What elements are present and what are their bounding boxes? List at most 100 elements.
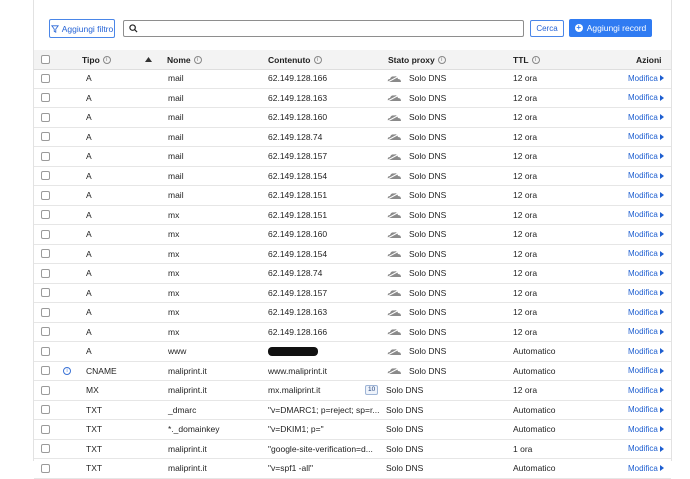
search-button[interactable]: Cerca (530, 20, 564, 37)
edit-link[interactable]: Modifica (628, 264, 664, 283)
record-ttl: Automatico (513, 365, 556, 376)
row-checkbox[interactable] (41, 420, 50, 439)
edit-link[interactable]: Modifica (628, 225, 664, 244)
edit-link[interactable]: Modifica (628, 284, 664, 303)
cloud-icon (386, 93, 402, 103)
record-content: 62.149.128.157 (268, 287, 328, 298)
proxy-status: Solo DNS (386, 284, 446, 303)
proxy-status: Solo DNS (386, 108, 446, 127)
row-checkbox[interactable] (41, 206, 50, 225)
row-checkbox[interactable] (41, 108, 50, 127)
edit-link[interactable]: Modifica (628, 303, 664, 322)
dns-records-panel: Aggiungi filtro Cerca + Aggiungi record … (33, 0, 672, 479)
row-checkbox[interactable] (41, 401, 50, 420)
column-name[interactable]: Nome i (167, 50, 202, 69)
edit-label: Modifica (628, 151, 658, 161)
row-checkbox[interactable] (41, 245, 50, 264)
proxy-status-label: Solo DNS (386, 404, 424, 415)
edit-link[interactable]: Modifica (628, 323, 664, 342)
proxy-status: Solo DNS (386, 89, 446, 108)
info-icon: i (102, 55, 111, 64)
add-record-button[interactable]: + Aggiungi record (569, 19, 652, 37)
record-content: mx.maliprint.it (268, 385, 321, 396)
record-name: mail (168, 190, 184, 201)
column-proxy[interactable]: Stato proxy i (388, 50, 446, 69)
column-ttl-label: TTL (513, 54, 529, 65)
row-checkbox[interactable] (41, 362, 50, 381)
row-checkbox[interactable] (41, 303, 50, 322)
cloud-icon (386, 74, 402, 83)
edit-label: Modifica (628, 366, 658, 376)
row-checkbox[interactable] (41, 69, 50, 88)
edit-link[interactable]: Modifica (628, 401, 664, 420)
cloud-icon (386, 132, 402, 142)
add-filter-button[interactable]: Aggiungi filtro (49, 19, 115, 38)
record-type: A (86, 346, 92, 357)
proxy-status: Solo DNS (386, 245, 446, 264)
edit-link[interactable]: Modifica (628, 381, 664, 400)
edit-label: Modifica (628, 210, 658, 220)
edit-link[interactable]: Modifica (628, 206, 664, 225)
table-row: Amail 62.149.128.163 Solo DNS 12 ora Modif… (34, 89, 671, 108)
edit-label: Modifica (628, 405, 658, 415)
record-content: 62.149.128.160 (268, 229, 328, 240)
column-ttl[interactable]: TTL i (513, 50, 540, 69)
search-input[interactable] (142, 22, 512, 35)
chevron-right-icon (659, 153, 664, 160)
record-content: "google-site-verification=d... (268, 443, 373, 454)
record-type: A (86, 268, 92, 279)
column-content[interactable]: Contenuto i (268, 50, 322, 69)
sort-ascending-icon[interactable] (145, 50, 152, 69)
table-row: Amx 62.149.128.154 Solo DNS 12 ora Modific… (34, 245, 671, 264)
chevron-right-icon (659, 211, 664, 218)
row-checkbox[interactable] (41, 440, 50, 459)
proxy-status: Solo DNS (386, 225, 446, 244)
edit-link[interactable]: Modifica (628, 147, 664, 166)
edit-link[interactable]: Modifica (628, 167, 664, 186)
proxy-status-label: Solo DNS (386, 463, 424, 474)
table-row: Amail 62.149.128.157 Solo DNS 12 ora Modif… (34, 147, 671, 167)
edit-link[interactable]: Modifica (628, 362, 664, 381)
cloud-icon (386, 171, 402, 181)
row-checkbox[interactable] (41, 225, 50, 244)
record-type: MX (86, 385, 99, 396)
row-checkbox[interactable] (41, 147, 50, 166)
chevron-right-icon (659, 348, 664, 355)
column-name-label: Nome (167, 54, 191, 65)
search-field[interactable] (123, 20, 524, 37)
row-checkbox[interactable] (41, 186, 50, 205)
row-info-icon[interactable]: i (63, 362, 71, 381)
row-checkbox[interactable] (41, 459, 50, 478)
edit-link[interactable]: Modifica (628, 108, 664, 127)
edit-link[interactable]: Modifica (628, 459, 664, 478)
proxy-status-label: Solo DNS (409, 209, 447, 220)
record-ttl: 1 ora (513, 443, 533, 454)
edit-link[interactable]: Modifica (628, 128, 664, 147)
edit-link[interactable]: Modifica (628, 245, 664, 264)
chevron-right-icon (659, 309, 664, 316)
edit-link[interactable]: Modifica (628, 420, 664, 439)
edit-link[interactable]: Modifica (628, 69, 664, 88)
edit-link[interactable]: Modifica (628, 186, 664, 205)
edit-link[interactable]: Modifica (628, 89, 664, 108)
edit-link[interactable]: Modifica (628, 342, 664, 361)
record-type: A (86, 229, 92, 240)
edit-link[interactable]: Modifica (628, 440, 664, 459)
row-checkbox[interactable] (41, 381, 50, 400)
row-checkbox[interactable] (41, 284, 50, 303)
record-name: mx (168, 307, 180, 318)
add-record-label: Aggiungi record (586, 23, 647, 33)
select-all-checkbox[interactable] (41, 50, 50, 69)
row-checkbox[interactable] (41, 167, 50, 186)
row-checkbox[interactable] (41, 89, 50, 108)
row-checkbox[interactable] (41, 323, 50, 342)
row-checkbox[interactable] (41, 264, 50, 283)
records-table-body: Amail 62.149.128.166 Solo DNS 12 ora Modif… (34, 69, 671, 479)
record-type: A (86, 92, 92, 103)
record-type: A (86, 190, 92, 201)
column-type[interactable]: Tipo i (82, 50, 111, 69)
row-checkbox[interactable] (41, 342, 50, 361)
record-ttl: Automatico (513, 424, 556, 435)
proxy-status: Solo DNS (386, 381, 423, 400)
row-checkbox[interactable] (41, 128, 50, 147)
